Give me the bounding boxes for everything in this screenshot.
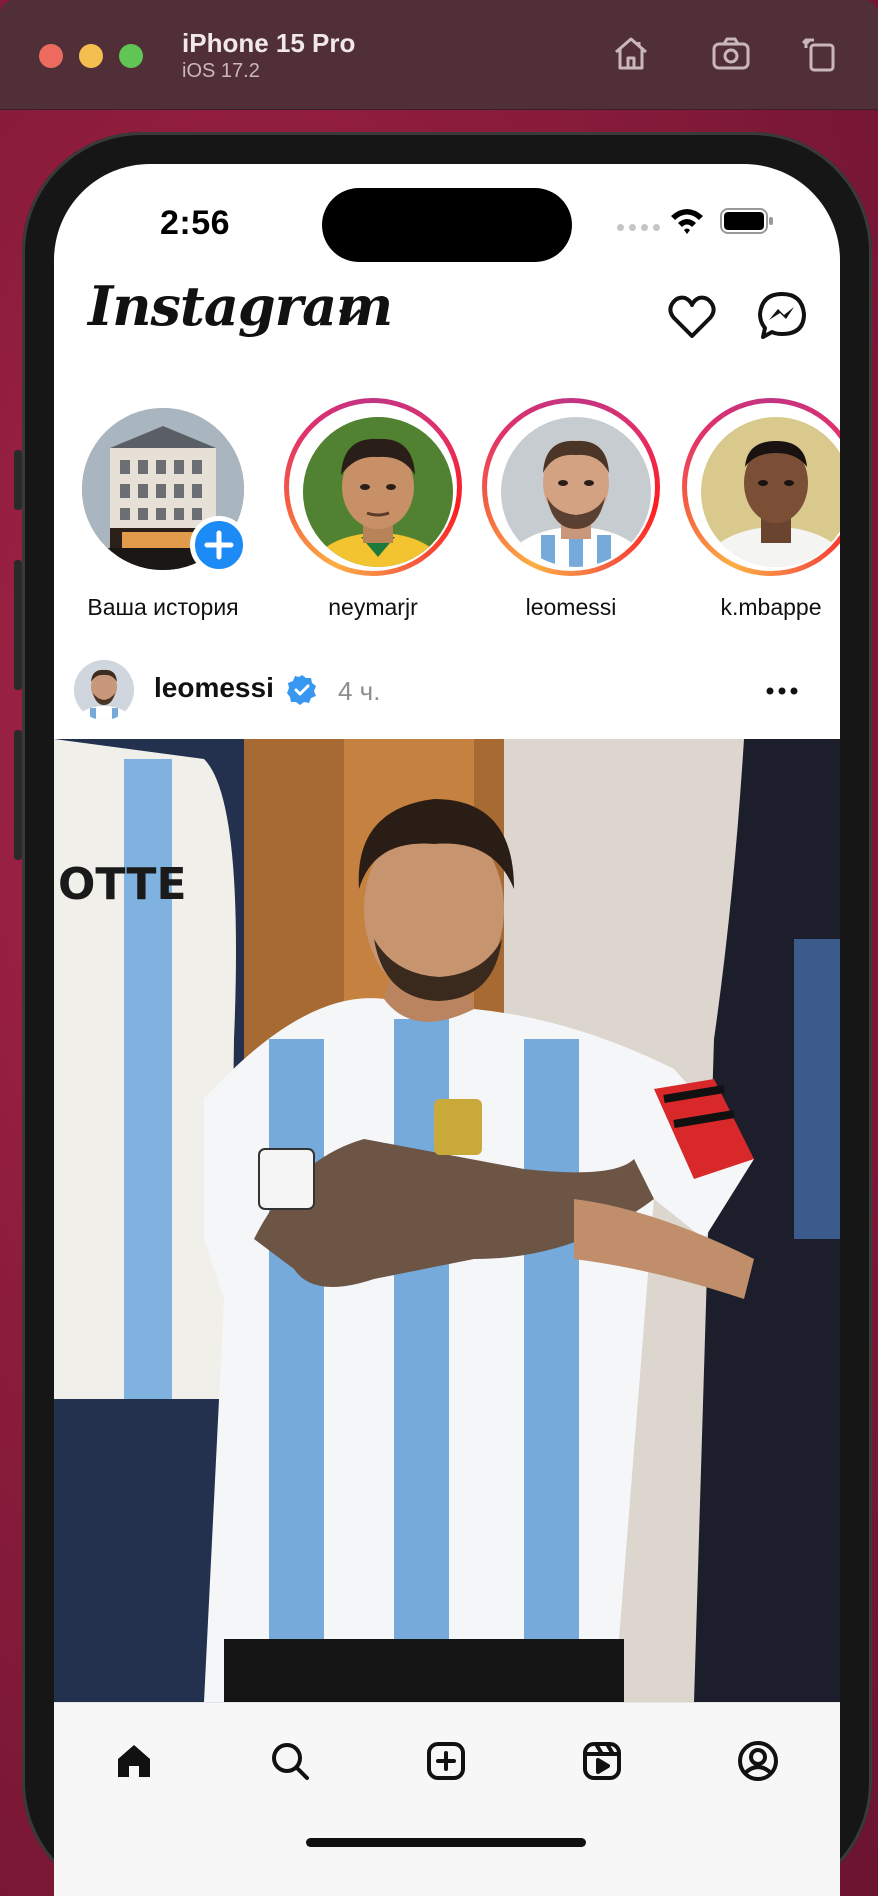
status-time: 2:56 (160, 204, 231, 242)
story-ring (284, 398, 462, 576)
tab-bar (54, 1702, 840, 1896)
avatar (303, 417, 453, 567)
wifi-icon (671, 209, 703, 234)
simulator-title-bar: iPhone 15 Pro iOS 17.2 (0, 0, 878, 110)
story-ring (482, 398, 660, 576)
svg-text:OTTE: OTTE (58, 859, 187, 910)
battery-icon (720, 208, 773, 234)
minimize-window-button[interactable] (79, 44, 103, 68)
avatar (501, 417, 651, 567)
cellular-signal-icon (617, 224, 660, 231)
chevron-down-icon[interactable] (336, 304, 364, 326)
story-label-own: Ваша история (87, 594, 239, 620)
volume-down-button (14, 730, 22, 860)
rotate-icon[interactable] (798, 30, 844, 76)
screenshot-icon[interactable] (708, 30, 754, 76)
messenger-icon[interactable] (756, 290, 808, 342)
plus-icon (204, 530, 234, 560)
avatar (701, 417, 840, 567)
post-username[interactable]: leomessi (154, 672, 274, 704)
volume-up-button (14, 560, 22, 690)
heart-icon[interactable] (666, 292, 718, 342)
profile-icon[interactable] (736, 1739, 780, 1783)
post-timestamp: 4 ч. (338, 676, 381, 706)
verified-badge-icon (287, 675, 316, 705)
story-label: neymarjr (328, 594, 418, 620)
search-icon[interactable] (268, 1739, 312, 1783)
story-label: leomessi (525, 594, 617, 620)
device-name: iPhone 15 Pro (182, 28, 356, 58)
post-author-avatar[interactable] (74, 660, 134, 720)
close-window-button[interactable] (39, 44, 63, 68)
zoom-window-button[interactable] (119, 44, 143, 68)
phone-screen: 2:56 Instagram Ваша история neymarjr leo… (54, 164, 840, 1896)
more-options-icon[interactable] (762, 676, 802, 706)
story-ring (682, 398, 840, 576)
mute-switch (14, 450, 22, 510)
reels-icon[interactable] (580, 1739, 624, 1783)
create-icon[interactable] (424, 1739, 468, 1783)
home-indicator[interactable] (306, 1838, 586, 1847)
dynamic-island (322, 188, 572, 262)
add-story-button[interactable] (190, 516, 248, 574)
story-label: k.mbappe (720, 594, 822, 620)
home-icon[interactable] (112, 1739, 156, 1783)
home-icon[interactable] (608, 30, 654, 76)
post-image[interactable]: OTTE (54, 739, 840, 1702)
os-version: iOS 17.2 (182, 60, 260, 82)
